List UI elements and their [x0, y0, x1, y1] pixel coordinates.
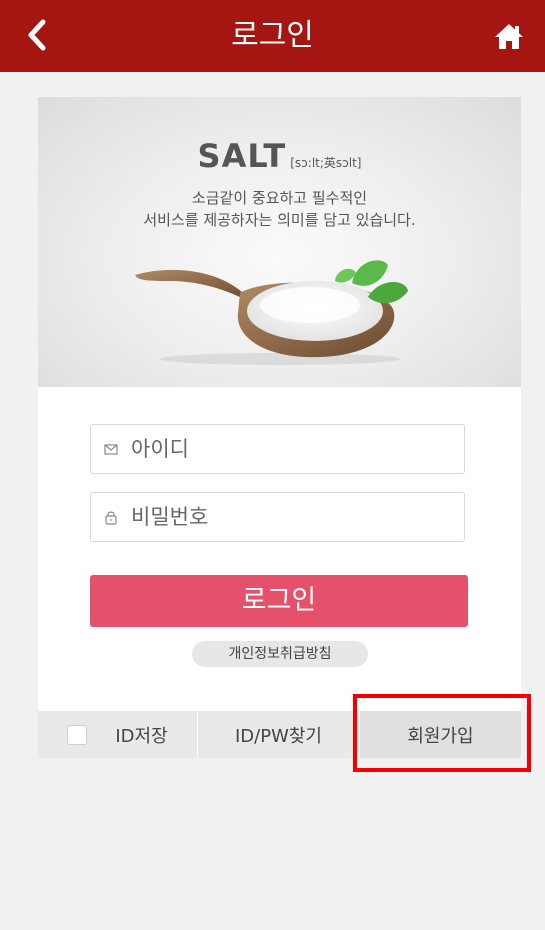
- home-button[interactable]: [487, 14, 531, 58]
- brand-tagline: 소금같이 중요하고 필수적인 서비스를 제공하자는 의미를 담고 있습니다.: [38, 187, 521, 231]
- id-input[interactable]: [131, 425, 451, 473]
- password-field[interactable]: [90, 492, 465, 542]
- top-app-bar: 로그인: [0, 0, 545, 72]
- tagline-line-1: 소금같이 중요하고 필수적인: [191, 189, 368, 207]
- password-input[interactable]: [131, 493, 451, 541]
- tagline-line-2: 서비스를 제공하자는 의미를 담고 있습니다.: [143, 211, 416, 229]
- save-id-label: ID저장: [115, 725, 168, 747]
- brand-pronunciation: [sɔ:lt;英sɔlt]: [290, 156, 362, 170]
- login-button[interactable]: 로그인: [90, 575, 468, 627]
- hero-banner: SALT [sɔ:lt;英sɔlt] 소금같이 중요하고 필수적인 서비스를 제공…: [38, 97, 521, 387]
- login-card: SALT [sɔ:lt;英sɔlt] 소금같이 중요하고 필수적인 서비스를 제공…: [38, 97, 521, 758]
- envelope-icon: [104, 444, 118, 455]
- page-title: 로그인: [231, 18, 314, 53]
- home-icon: [495, 24, 523, 49]
- signup-highlight-box: [353, 694, 531, 772]
- brand-name: SALT: [197, 137, 287, 175]
- find-id-pw-label: ID/PW찾기: [234, 725, 322, 747]
- id-field[interactable]: [90, 424, 465, 474]
- brand-heading: SALT [sɔ:lt;英sɔlt]: [38, 137, 521, 175]
- save-id-toggle[interactable]: ID저장: [38, 711, 198, 758]
- privacy-policy-link[interactable]: 개인정보취급방침: [192, 641, 368, 667]
- salt-spoon-image: [135, 260, 408, 365]
- lock-icon: [105, 511, 117, 525]
- save-id-checkbox[interactable]: [67, 724, 88, 745]
- find-id-pw-button[interactable]: ID/PW찾기: [198, 711, 360, 758]
